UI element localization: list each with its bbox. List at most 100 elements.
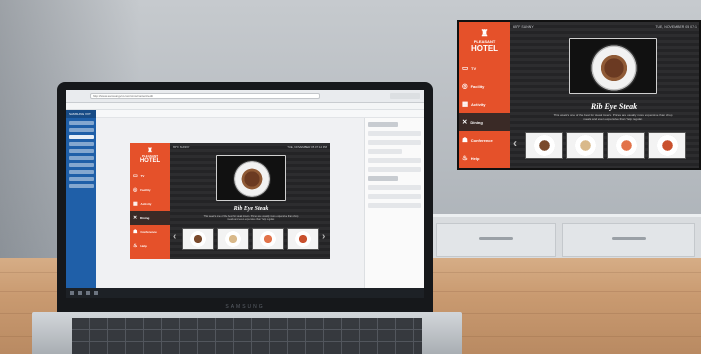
menu-item-label: Activity: [471, 101, 486, 107]
help-icon: ♨: [462, 155, 468, 162]
dish-thumbnail[interactable]: [607, 132, 645, 159]
menu-item-activity[interactable]: ▦ Activity: [459, 95, 510, 113]
keyboard[interactable]: [72, 318, 422, 354]
activity-icon: ▦: [133, 201, 138, 207]
menu-item-label: Dining: [470, 119, 483, 125]
dish-thumbnail[interactable]: [525, 132, 563, 159]
dish-plate-icon: [615, 135, 637, 156]
dish-thumbnail[interactable]: [182, 228, 214, 250]
menu-item-help[interactable]: ♨ Help: [459, 149, 510, 167]
sidebar-item[interactable]: [69, 163, 94, 167]
taskbar-app-icon[interactable]: [86, 291, 90, 295]
tv-icon: ▭: [462, 65, 469, 72]
help-icon: ♨: [133, 243, 138, 249]
dish-title: Rib Eye Steak: [590, 102, 638, 111]
cabinet-door: [562, 223, 695, 257]
windows-taskbar: [66, 288, 424, 298]
cms-sidebar: SAMSUNG VXT: [66, 110, 96, 298]
dish-plate-icon: [225, 231, 241, 247]
dish-plate-icon: [295, 231, 311, 247]
featured-dish-photo: [569, 38, 657, 94]
laptop-hotel-logo: ♜ PLEASANT HOTEL: [130, 143, 170, 164]
menu-item-tv[interactable]: ▭ TV: [459, 59, 510, 77]
laptop-screen: http://www.samsungvxt.com/cms/content/ed…: [66, 90, 424, 298]
menu-item-conference[interactable]: ☗ Conference: [130, 225, 170, 239]
menu-item-label: Help: [470, 155, 480, 161]
carousel-next-arrow[interactable]: ›: [322, 231, 325, 242]
sidebar-item[interactable]: [69, 177, 94, 181]
carousel-prev-arrow[interactable]: ‹: [173, 231, 176, 242]
facility-icon: ◎: [462, 83, 468, 90]
menu-item-dining[interactable]: ✕ Dining: [130, 211, 170, 225]
sidebar-item[interactable]: [69, 121, 94, 125]
dish-plate-icon: [574, 135, 596, 156]
sidebar-item[interactable]: [69, 142, 94, 146]
menu-item-facility[interactable]: ◎ Facility: [459, 77, 510, 95]
cms-toolbar: [96, 110, 424, 118]
dish-plate-icon: [260, 231, 276, 247]
logo-line2: HOTEL: [139, 158, 161, 164]
menu-item-label: Facility: [470, 83, 485, 89]
tv-cabinet: [430, 214, 701, 258]
taskbar-app-icon[interactable]: [78, 291, 82, 295]
menu-item-help[interactable]: ♨ Help: [130, 239, 170, 253]
taskbar-app-icon[interactable]: [94, 291, 98, 295]
cabinet-door: [436, 223, 556, 257]
sidebar-item[interactable]: [69, 128, 94, 132]
laptop-lid: http://www.samsungvxt.com/cms/content/ed…: [57, 82, 433, 312]
sidebar-item[interactable]: [69, 149, 94, 153]
dish-description: This week's one of the best for steak lo…: [553, 113, 673, 121]
laptop-keyboard-deck: [32, 312, 462, 354]
menu-item-dining[interactable]: ✕ Dining: [459, 113, 510, 131]
menu-item-label: Help: [140, 244, 147, 248]
conference-icon: ☗: [462, 137, 468, 144]
dish-thumbnail[interactable]: [287, 228, 319, 250]
sidebar-item[interactable]: [69, 156, 94, 160]
logo-icon: ♜: [147, 148, 153, 154]
cms-properties-panel: [364, 118, 424, 298]
dish-thumbnail[interactable]: [648, 132, 686, 159]
sidebar-item[interactable]: [69, 184, 94, 188]
activity-icon: ▦: [462, 101, 469, 108]
conference-icon: ☗: [133, 229, 138, 235]
dining-icon: ✕: [133, 215, 138, 221]
menu-item-label: TV: [471, 65, 477, 71]
menu-item-label: Conference: [470, 137, 493, 143]
logo-line2: HOTEL: [470, 44, 499, 53]
tv-icon: ▭: [133, 173, 138, 179]
menu-item-facility[interactable]: ◎ Facility: [130, 183, 170, 197]
browser-window-buttons[interactable]: [390, 93, 420, 99]
cabinet-handle: [479, 237, 513, 240]
dish-thumbnail[interactable]: [252, 228, 284, 250]
tv-menu-panel: ♜ PLEASANT HOTEL ▭ TV ◎ Facility ▦ Activity ✕ D…: [459, 22, 510, 168]
wall-tv: ♜ PLEASANT HOTEL ▭ TV ◎ Facility ▦ Activity ✕ D…: [457, 20, 701, 170]
weather-text: 65°F SUNNY: [513, 25, 534, 29]
carousel-prev-arrow[interactable]: ‹: [513, 136, 517, 150]
datetime-text: TUE, NOVEMBER 05 07:1: [655, 25, 697, 29]
weather-text: 65°F SUNNY: [173, 145, 190, 149]
tv-hotel-logo: ♜ PLEASANT HOTEL: [459, 22, 510, 53]
menu-item-conference[interactable]: ☗ Conference: [459, 131, 510, 149]
bookmarks-bar: [66, 103, 424, 110]
menu-item-label: Facility: [140, 188, 151, 192]
menu-item-activity[interactable]: ▦ Activity: [130, 197, 170, 211]
sidebar-item[interactable]: [69, 170, 94, 174]
dish-description: This week's one of the best for steak lo…: [203, 215, 299, 221]
menu-item-label: Activity: [140, 202, 152, 206]
laptop-menu-panel: ♜ PLEASANT HOTEL ▭ TV ◎ Facility ▦ Activity ✕ D…: [130, 143, 170, 259]
sidebar-item[interactable]: [69, 135, 94, 139]
dish-thumbnail[interactable]: [217, 228, 249, 250]
cms-brand: SAMSUNG VXT: [66, 110, 96, 118]
datetime-text: TUE, NOVEMBER 05 07:12 PM: [287, 145, 327, 149]
menu-item-tv[interactable]: ▭ TV: [130, 169, 170, 183]
cms-canvas: ♜ PLEASANT HOTEL ▭ TV ◎ Facility ▦ Activity ✕ D…: [96, 118, 364, 298]
dish-plate-icon: [190, 231, 206, 247]
laptop-top-bar: 65°F SUNNY TUE, NOVEMBER 05 07:12 PM: [173, 145, 330, 149]
start-icon[interactable]: [70, 291, 74, 295]
dish-thumbnail[interactable]: [566, 132, 604, 159]
menu-item-label: TV: [140, 174, 145, 178]
address-bar[interactable]: http://www.samsungvxt.com/cms/content/ed…: [90, 93, 320, 99]
facility-icon: ◎: [133, 187, 138, 193]
dish-plate-icon: [533, 135, 555, 156]
menu-item-label: Conference: [140, 230, 157, 234]
